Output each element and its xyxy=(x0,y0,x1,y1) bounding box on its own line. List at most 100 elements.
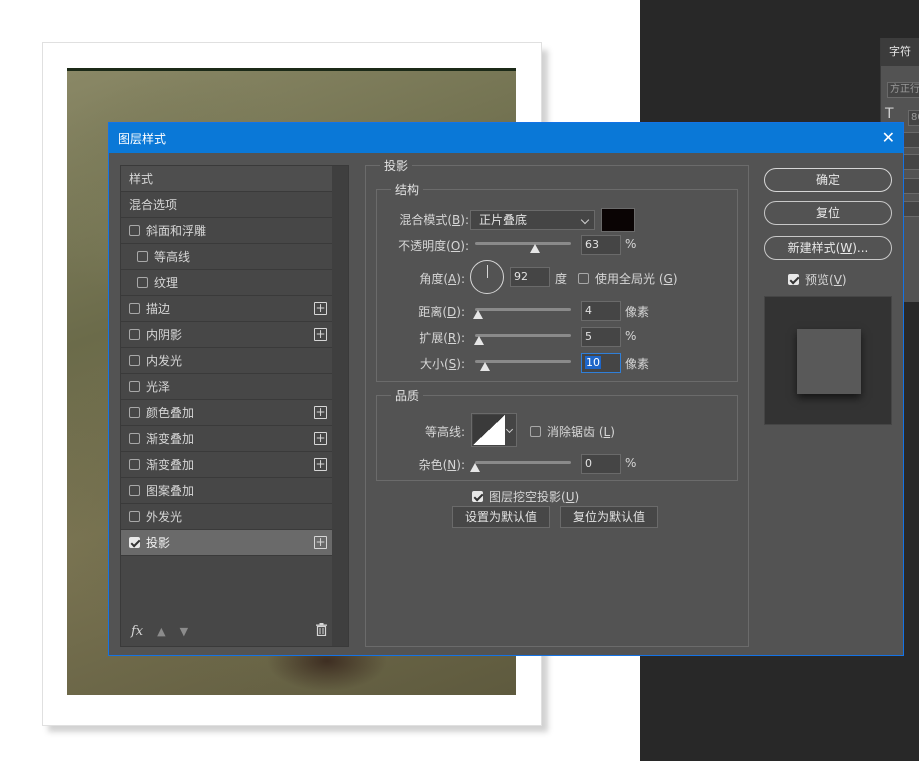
distance-slider-thumb[interactable] xyxy=(473,310,483,319)
chevron-down-icon[interactable] xyxy=(505,425,514,434)
preview-label: 预览(V) xyxy=(805,273,847,287)
character-field-0[interactable]: 80 xyxy=(908,110,919,126)
style-row[interactable]: 混合选项 xyxy=(121,192,333,218)
add-effect-icon[interactable]: + xyxy=(314,302,327,315)
noise-input[interactable]: 0 xyxy=(581,454,621,474)
noise-slider-thumb[interactable] xyxy=(470,463,480,472)
anti-alias-checkbox[interactable]: 消除锯齿 (L) xyxy=(530,423,615,440)
style-checkbox[interactable] xyxy=(129,303,140,314)
fx-button[interactable]: fx xyxy=(131,624,143,639)
trash-icon[interactable] xyxy=(316,623,327,636)
style-row[interactable]: 内阴影 + xyxy=(121,322,333,348)
spread-input[interactable]: 5 xyxy=(581,327,621,347)
style-row-label: 描边 xyxy=(146,302,171,316)
preview-checkbox-box[interactable] xyxy=(788,274,799,285)
character-panel-title: 字符 xyxy=(881,38,919,66)
styles-list-scrollbar[interactable] xyxy=(332,166,348,646)
new-style-button[interactable]: 新建样式(W)... xyxy=(764,236,892,260)
anti-alias-checkbox-box[interactable] xyxy=(530,426,541,437)
styles-list: 样式 混合选项 斜面和浮雕 等高线 纹理 描边 + 内阴影 + 内发光 光泽 颜色叠加 + 渐变叠加 + 渐变… xyxy=(121,166,333,556)
global-light-checkbox[interactable]: 使用全局光 (G) xyxy=(578,270,678,287)
style-row[interactable]: 样式 xyxy=(121,166,333,192)
style-row[interactable]: 颜色叠加 + xyxy=(121,400,333,426)
style-row[interactable]: 描边 + xyxy=(121,296,333,322)
style-row-label: 光泽 xyxy=(146,380,171,394)
add-effect-icon[interactable]: + xyxy=(314,328,327,341)
angle-label: 角度(A): xyxy=(419,272,465,286)
style-row[interactable]: 图案叠加 xyxy=(121,478,333,504)
reset-default-button[interactable]: 复位为默认值 xyxy=(560,506,658,528)
style-row[interactable]: 渐变叠加 + xyxy=(121,452,333,478)
add-effect-icon[interactable]: + xyxy=(314,432,327,445)
make-default-button[interactable]: 设置为默认值 xyxy=(452,506,550,528)
angle-unit: 度 xyxy=(555,272,568,286)
style-checkbox[interactable] xyxy=(129,381,140,392)
layer-knockout-checkbox-box[interactable] xyxy=(472,491,483,502)
dialog-titlebar[interactable]: 图层样式 ✕ xyxy=(109,123,903,153)
blend-mode-value: 正片叠底 xyxy=(479,213,528,227)
style-row[interactable]: 投影 + xyxy=(121,530,333,556)
style-row-label: 投影 xyxy=(146,536,171,550)
ok-button[interactable]: 确定 xyxy=(764,168,892,192)
global-light-checkbox-box[interactable] xyxy=(578,273,589,284)
style-row[interactable]: 斜面和浮雕 xyxy=(121,218,333,244)
style-row[interactable]: 内发光 xyxy=(121,348,333,374)
style-checkbox[interactable] xyxy=(129,485,140,496)
angle-input[interactable]: 92 xyxy=(510,267,550,287)
style-row[interactable]: 光泽 xyxy=(121,374,333,400)
noise-label: 杂色(N): xyxy=(418,458,465,472)
layer-knockout-checkbox[interactable]: 图层挖空投影(U) xyxy=(472,488,579,505)
style-checkbox[interactable] xyxy=(137,277,148,288)
noise-slider-track[interactable] xyxy=(475,461,571,464)
size-slider-thumb[interactable] xyxy=(480,362,490,371)
spread-slider-track[interactable] xyxy=(475,334,571,337)
contour-preview[interactable] xyxy=(473,415,505,445)
styles-list-panel: 样式 混合选项 斜面和浮雕 等高线 纹理 描边 + 内阴影 + 内发光 光泽 颜色叠加 + 渐变叠加 + 渐变… xyxy=(120,165,349,647)
style-checkbox[interactable] xyxy=(129,537,140,548)
style-checkbox[interactable] xyxy=(129,459,140,470)
style-row[interactable]: 等高线 xyxy=(121,244,333,270)
spread-unit: % xyxy=(625,329,637,343)
structure-title: 结构 xyxy=(391,181,424,198)
style-preview-swatch xyxy=(797,329,861,394)
style-row[interactable]: 纹理 xyxy=(121,270,333,296)
quality-title: 品质 xyxy=(391,387,424,404)
style-row[interactable]: 外发光 xyxy=(121,504,333,530)
shadow-color-swatch[interactable] xyxy=(601,208,635,232)
style-checkbox[interactable] xyxy=(129,329,140,340)
style-preview xyxy=(764,296,892,425)
add-effect-icon[interactable]: + xyxy=(314,536,327,549)
close-icon[interactable]: ✕ xyxy=(882,130,895,146)
arrow-down-icon[interactable]: ▼ xyxy=(180,625,188,638)
add-effect-icon[interactable]: + xyxy=(314,406,327,419)
structure-group: 结构 混合模式(B): 正片叠底 不透明度(O): 63 % 角度(A): 92… xyxy=(376,181,738,382)
style-row-label: 内发光 xyxy=(146,354,183,368)
style-row[interactable]: 渐变叠加 + xyxy=(121,426,333,452)
style-checkbox[interactable] xyxy=(129,225,140,236)
distance-input[interactable]: 4 xyxy=(581,301,621,321)
style-checkbox[interactable] xyxy=(129,433,140,444)
spread-label: 扩展(R): xyxy=(419,331,465,345)
angle-dial[interactable] xyxy=(470,260,504,294)
add-effect-icon[interactable]: + xyxy=(314,458,327,471)
style-row-label: 等高线 xyxy=(154,250,191,264)
opacity-slider-thumb[interactable] xyxy=(530,244,540,253)
character-font-field[interactable]: 方正行 xyxy=(887,82,919,98)
style-checkbox[interactable] xyxy=(129,407,140,418)
opacity-slider-track[interactable] xyxy=(475,242,571,245)
contour-picker[interactable] xyxy=(471,413,517,447)
style-checkbox[interactable] xyxy=(129,355,140,366)
preview-checkbox[interactable]: 预览(V) xyxy=(788,271,847,288)
reset-button[interactable]: 复位 xyxy=(764,201,892,225)
distance-slider-track[interactable] xyxy=(475,308,571,311)
style-checkbox[interactable] xyxy=(137,251,148,262)
size-input[interactable]: 10 xyxy=(581,353,621,373)
style-checkbox[interactable] xyxy=(129,511,140,522)
blend-mode-select[interactable]: 正片叠底 xyxy=(470,210,595,230)
opacity-input[interactable]: 63 xyxy=(581,235,621,255)
spread-slider-thumb[interactable] xyxy=(474,336,484,345)
global-light-label: 使用全局光 (G) xyxy=(595,272,678,286)
anti-alias-label: 消除锯齿 (L) xyxy=(547,425,615,439)
arrow-up-icon[interactable]: ▲ xyxy=(157,625,165,638)
drop-shadow-panel: 投影 结构 混合模式(B): 正片叠底 不透明度(O): 63 % 角度(A):… xyxy=(365,157,749,647)
